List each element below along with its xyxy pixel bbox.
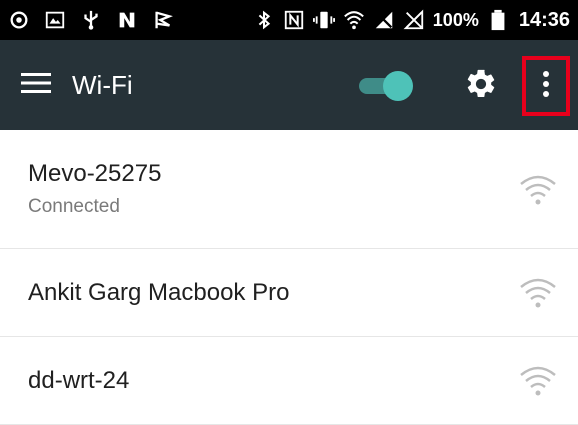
network-item[interactable]: dd-wrt-24 bbox=[0, 337, 578, 425]
page-title: Wi-Fi bbox=[72, 70, 133, 100]
network-name: Mevo-25275 bbox=[28, 160, 162, 187]
more-vert-icon bbox=[542, 70, 550, 103]
battery-percent: 100% bbox=[432, 9, 479, 30]
app-bar: Wi-Fi bbox=[0, 40, 578, 130]
network-item[interactable]: Ankit Garg Macbook Pro bbox=[0, 249, 578, 337]
vibrate-icon bbox=[312, 9, 335, 31]
network-name: Ankit Garg Macbook Pro bbox=[28, 279, 290, 306]
network-list: Mevo-25275 Connected Ankit Garg Macbook … bbox=[0, 130, 578, 425]
toggle-thumb bbox=[383, 71, 413, 101]
nfc-icon bbox=[283, 9, 305, 31]
wifi-toggle[interactable] bbox=[355, 70, 413, 101]
usb-icon bbox=[80, 9, 102, 31]
gear-alt-icon bbox=[8, 9, 30, 31]
wifi-signal-icon bbox=[343, 9, 365, 31]
more-options-button[interactable] bbox=[522, 56, 570, 116]
n-logo-icon bbox=[116, 9, 138, 31]
battery-icon bbox=[487, 9, 509, 31]
wifi-signal-icon bbox=[518, 365, 558, 397]
system-icons: 100% 14:36 bbox=[253, 0, 570, 40]
navigation-menu-button[interactable] bbox=[18, 69, 54, 101]
network-status: Connected bbox=[28, 196, 120, 217]
settings-button[interactable] bbox=[462, 67, 500, 105]
notification-icons bbox=[8, 0, 174, 40]
gear-icon bbox=[464, 67, 498, 106]
hamburger-icon bbox=[21, 71, 51, 100]
no-sim-icon bbox=[403, 9, 425, 31]
no-signal-icon bbox=[373, 9, 395, 31]
status-bar: 100% 14:36 bbox=[0, 0, 578, 40]
clock: 14:36 bbox=[518, 8, 570, 31]
network-name: dd-wrt-24 bbox=[28, 367, 130, 394]
wifi-signal-icon bbox=[518, 174, 558, 206]
image-icon bbox=[44, 9, 66, 31]
bluetooth-icon bbox=[253, 9, 275, 31]
network-item[interactable]: Mevo-25275 Connected bbox=[0, 130, 578, 249]
wifi-signal-icon bbox=[518, 277, 558, 309]
flag-icon bbox=[152, 9, 174, 31]
